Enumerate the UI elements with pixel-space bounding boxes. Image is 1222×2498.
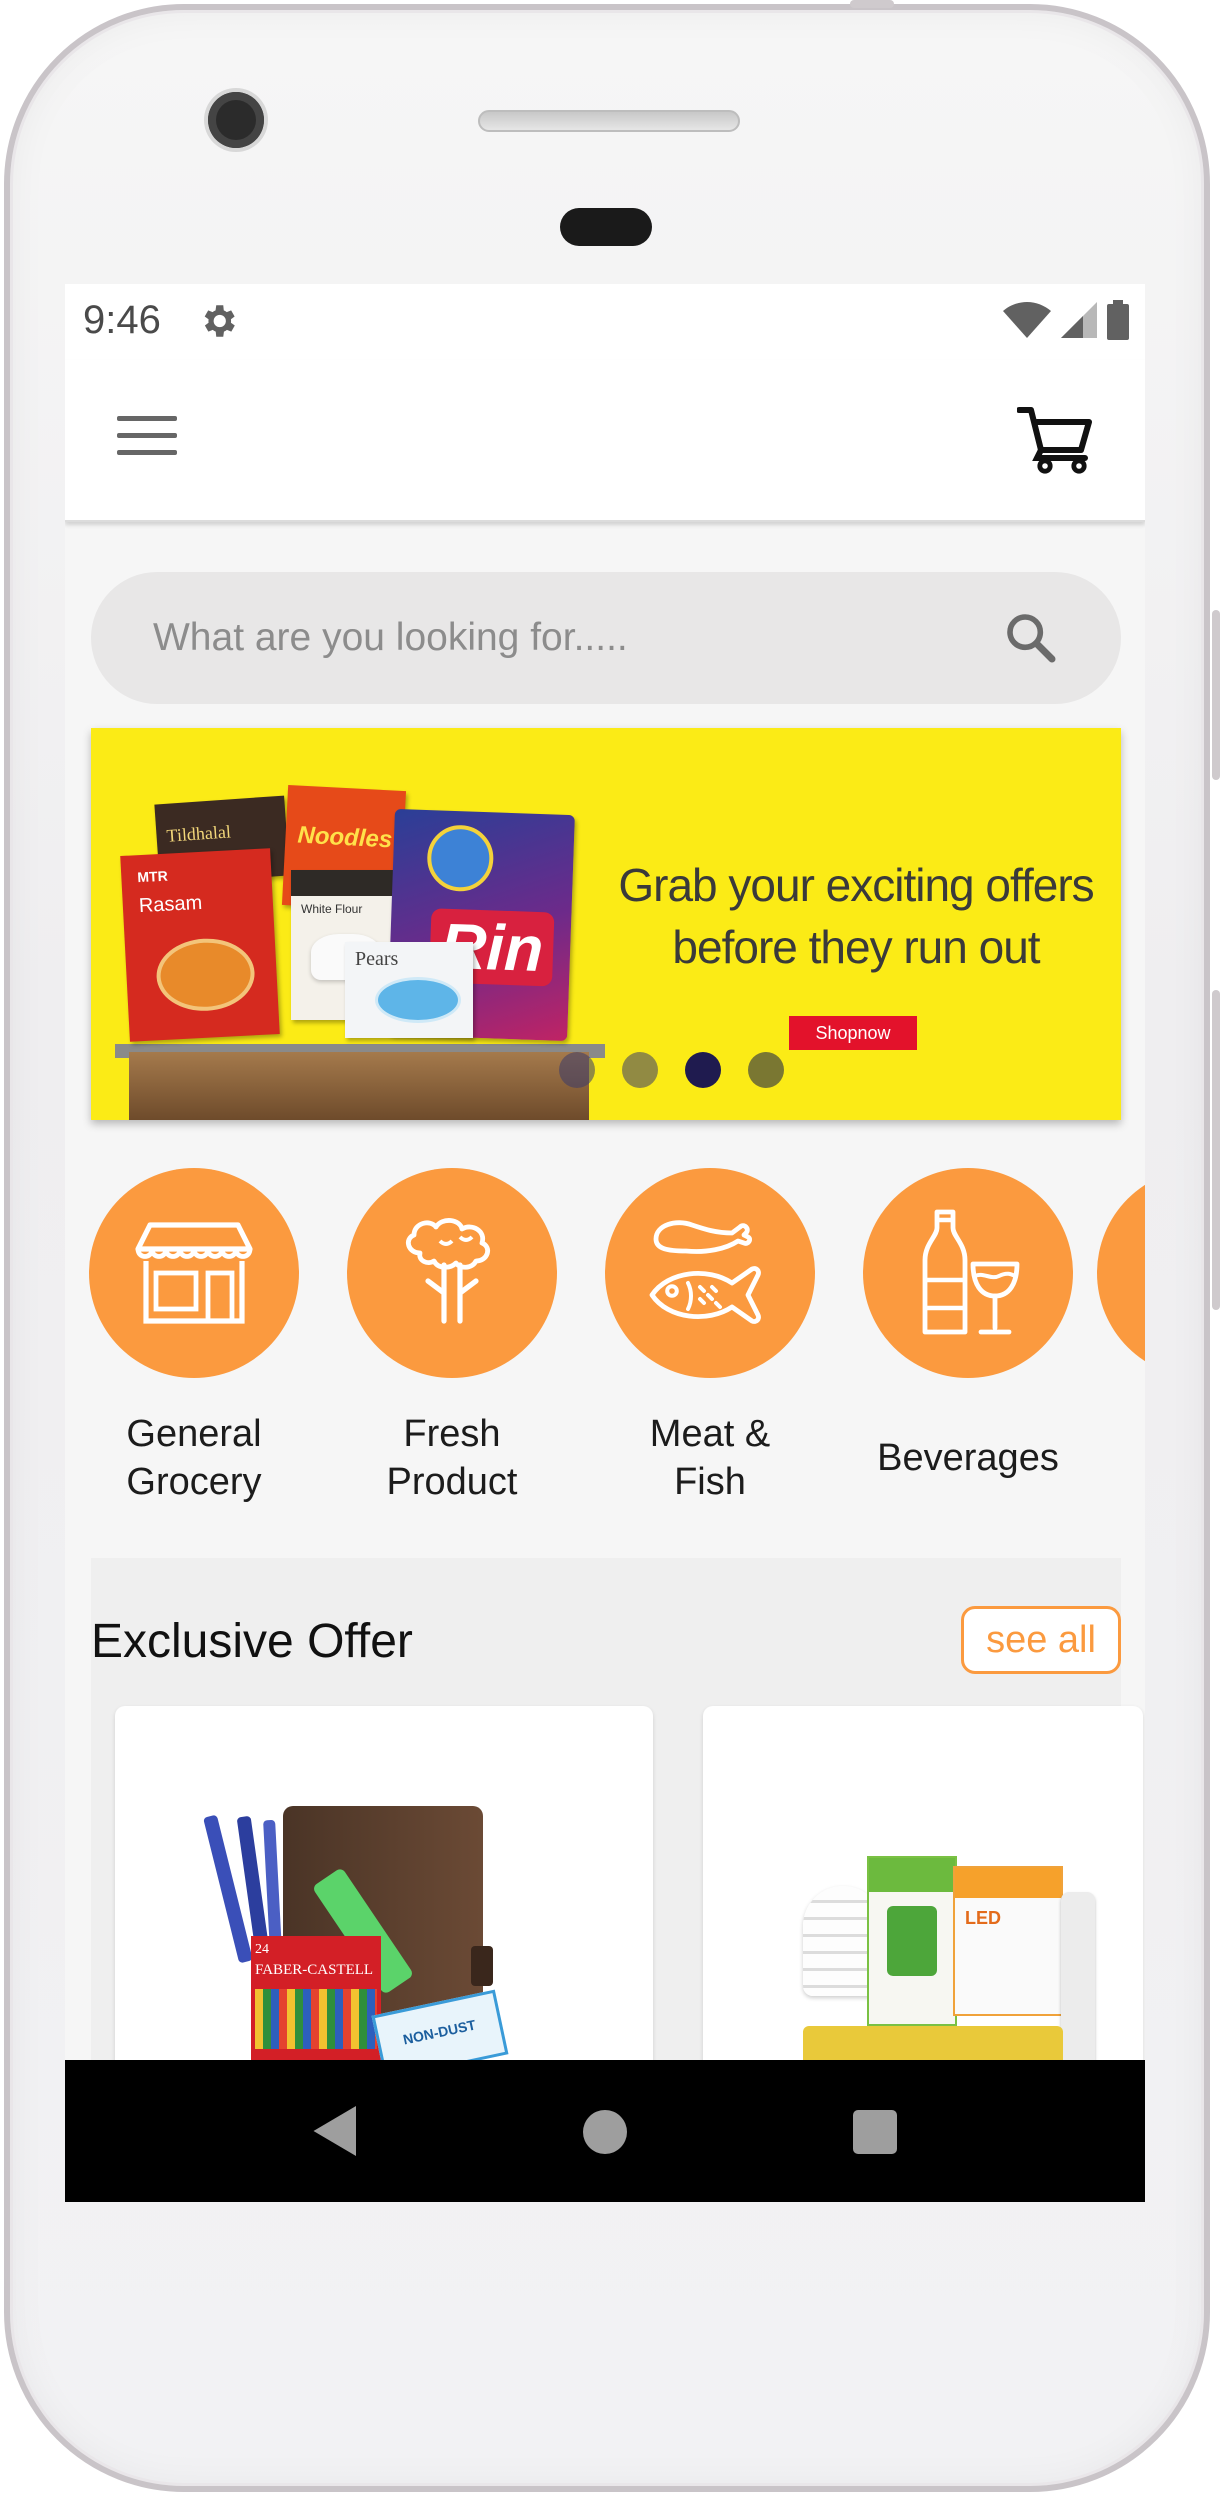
signal-icon [1061,302,1097,338]
recents-icon[interactable] [853,2110,897,2154]
see-all-button[interactable]: see all [961,1606,1121,1674]
category-fresh-product[interactable]: Fresh Product [323,1168,581,1506]
gear-icon [204,305,235,337]
speaker-grille [478,110,740,132]
home-icon[interactable] [583,2110,627,2154]
wifi-icon [1003,302,1051,338]
top-edge-button [850,0,894,8]
volume-button [1212,990,1220,1310]
banner-shelf-wood [129,1052,589,1120]
category-circle [89,1168,299,1378]
category-label: General Grocery [126,1413,262,1503]
category-general-grocery[interactable]: General Grocery [65,1168,323,1506]
category-label: Beverages [877,1437,1059,1479]
status-icons [1003,298,1129,342]
banner-product-rasam: MTR Rasam [120,848,280,1042]
banner-headline: Grab your exciting offers before they ru… [618,859,1094,973]
meat-fish-icon [649,1220,761,1324]
category-meat-fish[interactable]: Meat & Fish [581,1168,839,1506]
category-label: Meat & Fish [649,1413,771,1503]
carousel-dot-4[interactable] [748,1052,784,1088]
carousel-dot-1[interactable] [559,1052,595,1088]
app-bar [65,360,1145,522]
section-title: Exclusive Offer [91,1615,413,1668]
search-input[interactable] [151,615,975,661]
front-camera [208,92,264,148]
app-screen: 9:46 What are you looking for..... Tildh… [65,284,1145,2202]
banner-product-pears: Pears [345,942,473,1038]
hamburger-menu-icon[interactable] [117,416,177,460]
shop-now-button[interactable]: Shopnow [789,1016,917,1050]
back-icon[interactable] [311,2106,361,2156]
category-partial-next[interactable] [1097,1168,1145,1378]
category-label: Fresh Product [386,1413,518,1503]
shopping-cart-icon[interactable] [1017,404,1093,474]
category-circle [863,1168,1073,1378]
category-circle [1097,1168,1145,1378]
category-circle [605,1168,815,1378]
search-bar [91,572,1121,704]
system-nav-bar [65,2060,1145,2202]
category-row: General Grocery Fresh Product Meat & Fis… [65,1168,1145,1518]
status-time: 9:46 [83,298,161,342]
carousel-dots [559,1052,784,1088]
carousel-dot-3-active[interactable] [685,1052,721,1088]
storefront-icon [135,1222,253,1324]
category-circle [347,1168,557,1378]
status-bar: 9:46 [65,284,1145,360]
earpiece [560,208,652,246]
carousel-dot-2[interactable] [622,1052,658,1088]
search-icon[interactable] [1003,610,1059,666]
battery-icon [1107,300,1129,340]
power-button [1212,610,1220,780]
category-beverages[interactable]: Beverages [839,1168,1097,1482]
bottle-glass-icon [922,1209,1020,1335]
promo-banner[interactable]: Tildhalal Noodles MTR Rasam White Flour … [91,728,1121,1120]
broccoli-icon [405,1218,491,1324]
